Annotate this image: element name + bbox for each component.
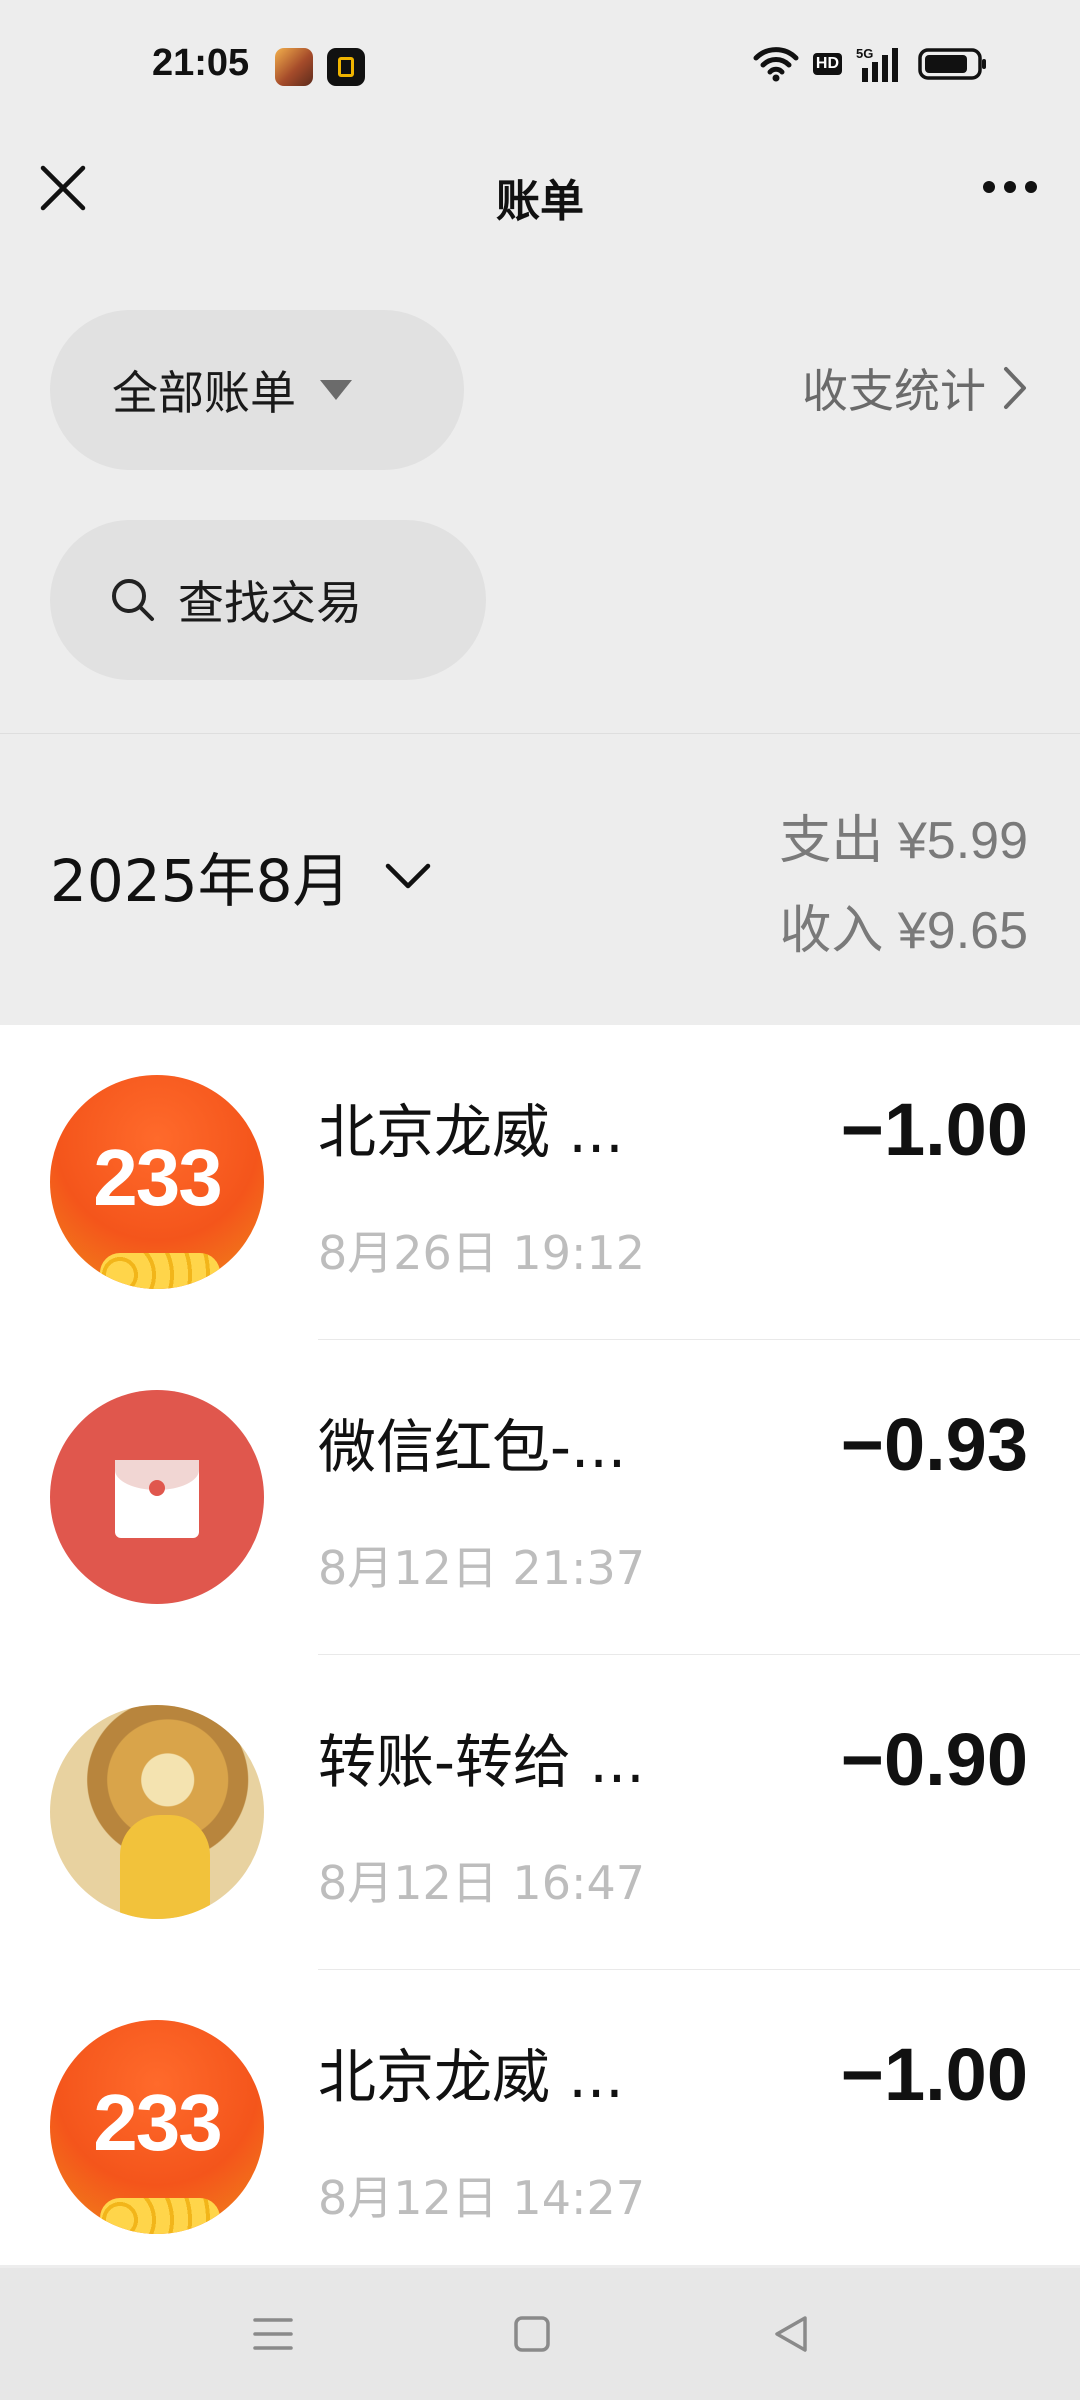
stats-label: 收支统计 bbox=[802, 364, 986, 418]
transaction-row[interactable]: 转账-转给 ... 8月12日 16:47 −0.90 bbox=[0, 1655, 1080, 1970]
transaction-amount: −0.93 bbox=[840, 1403, 1028, 1486]
transaction-amount: −1.00 bbox=[840, 1088, 1028, 1171]
transaction-amount: −1.00 bbox=[840, 2033, 1028, 2116]
search-icon bbox=[112, 579, 154, 621]
transaction-title: 北京龙威 ... bbox=[318, 1098, 624, 1166]
home-icon bbox=[514, 2316, 550, 2352]
wifi-icon bbox=[753, 47, 799, 82]
nav-back-button[interactable] bbox=[731, 2268, 851, 2400]
search-placeholder: 查找交易 bbox=[178, 576, 362, 630]
transaction-time: 8月12日 14:27 bbox=[318, 2171, 645, 2225]
transaction-time: 8月12日 16:47 bbox=[318, 1856, 645, 1910]
avatar-text: 233 bbox=[93, 1133, 222, 1222]
back-icon bbox=[775, 2316, 807, 2352]
avatar-text: 233 bbox=[93, 2078, 222, 2167]
transaction-row[interactable]: 微信红包-... 8月12日 21:37 −0.93 bbox=[0, 1340, 1080, 1655]
contact-avatar bbox=[50, 1705, 264, 1919]
income-expense-stats-link[interactable]: 收支统计 bbox=[802, 355, 1028, 421]
income-total: 收入 ¥9.65 bbox=[779, 902, 1028, 960]
app-notification-icon bbox=[327, 48, 365, 86]
nav-home-button[interactable] bbox=[472, 2268, 592, 2400]
search-transactions[interactable]: 查找交易 bbox=[50, 520, 486, 680]
network-label: 5G bbox=[856, 46, 873, 61]
transaction-time: 8月26日 19:12 bbox=[318, 1226, 645, 1280]
filter-label: 全部账单 bbox=[112, 366, 296, 420]
merchant-avatar: 233 bbox=[50, 2020, 264, 2234]
game-app-icon bbox=[275, 48, 313, 86]
month-summary: 2025年8月 支出 ¥5.99 收入 ¥9.65 bbox=[0, 733, 1080, 1025]
transaction-row[interactable]: 233 北京龙威 ... 8月12日 14:27 −1.00 bbox=[0, 1970, 1080, 2285]
nav-menu-button[interactable] bbox=[213, 2268, 333, 2400]
red-envelope-icon bbox=[115, 1460, 199, 1538]
transaction-time: 8月12日 21:37 bbox=[318, 1541, 645, 1595]
transaction-row[interactable]: 233 北京龙威 ... 8月26日 19:12 −1.00 bbox=[0, 1025, 1080, 1340]
status-time: 21:05 bbox=[152, 42, 250, 84]
month-picker[interactable]: 2025年8月 bbox=[50, 834, 431, 918]
month-totals: 支出 ¥5.99 收入 ¥9.65 bbox=[779, 796, 1028, 976]
menu-icon bbox=[253, 2318, 293, 2350]
transaction-list: 233 北京龙威 ... 8月26日 19:12 −1.00 微信红包-... … bbox=[0, 1025, 1080, 2265]
transaction-title: 北京龙威 ... bbox=[318, 2043, 624, 2111]
battery-icon bbox=[918, 48, 986, 80]
signal-icon: 5G bbox=[856, 46, 898, 82]
caret-down-icon bbox=[320, 380, 352, 400]
hd-badge: HD bbox=[812, 53, 842, 75]
red-packet-avatar bbox=[50, 1390, 264, 1604]
status-bar: 21:05 HD 5G bbox=[0, 0, 1080, 135]
expense-total: 支出 ¥5.99 bbox=[779, 812, 1028, 870]
system-nav-bar bbox=[0, 2268, 1080, 2400]
chevron-down-icon bbox=[385, 863, 430, 889]
more-icon bbox=[983, 181, 995, 193]
transaction-title: 转账-转给 ... bbox=[318, 1728, 645, 1796]
more-button[interactable] bbox=[970, 157, 1050, 217]
chevron-right-icon bbox=[1004, 367, 1026, 409]
month-label: 2025年8月 bbox=[50, 847, 351, 915]
title-bar: 账单 bbox=[0, 135, 1080, 265]
transaction-amount: −0.90 bbox=[840, 1718, 1028, 1801]
bill-type-filter[interactable]: 全部账单 bbox=[50, 310, 464, 470]
status-indicators: HD 5G bbox=[753, 46, 988, 82]
transaction-title: 微信红包-... bbox=[318, 1413, 627, 1481]
merchant-avatar: 233 bbox=[50, 1075, 264, 1289]
page-title: 账单 bbox=[496, 176, 584, 227]
